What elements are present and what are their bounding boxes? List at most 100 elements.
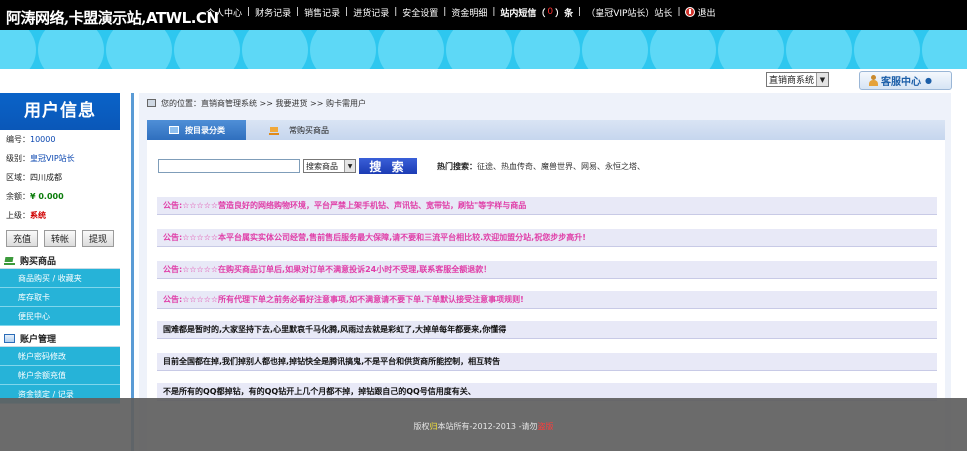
chevron-down-icon: ▼ <box>344 160 355 172</box>
tab-frequent-products[interactable]: 常购买商品 <box>269 120 329 140</box>
info-parent: 上级： 系统 <box>0 206 120 225</box>
menu-item-recharge-balance[interactable]: 帐户余额充值 <box>0 366 120 385</box>
notice-item: 公告:☆☆☆☆☆所有代理下单之前务必看好注意事项,如不满意请不要下单.下单默认接… <box>157 291 937 309</box>
nav-separator: | <box>296 7 300 17</box>
notice-item: 公告:☆☆☆☆☆在购买商品订单后,如果对订单不满意投诉24小时不受理,联系客服全… <box>157 261 937 279</box>
nav-finance-records[interactable]: 财务记录 <box>255 6 291 19</box>
tab-label: 常购买商品 <box>289 125 329 135</box>
copyright-middle: 本站所有-2012-2013 -请勿 <box>437 422 538 431</box>
banner-bubble <box>718 30 784 69</box>
monitor-icon <box>147 99 156 107</box>
copyright-warn: 盗版 <box>537 422 554 431</box>
info-label: 上级： <box>6 211 30 220</box>
nav-separator: | <box>578 7 582 17</box>
search-type-select[interactable]: 搜索商品 ▼ <box>303 159 356 173</box>
toolbar: 直销商系统 ▼ 客服中心 ● <box>0 69 967 93</box>
nav-security-settings[interactable]: 安全设置 <box>402 6 438 19</box>
tab-by-category[interactable]: 按目录分类 <box>147 120 246 140</box>
transfer-button[interactable]: 转帐 <box>44 230 76 247</box>
logout-label: 退出 <box>697 8 716 19</box>
menu-item-convenience[interactable]: 便民中心 <box>0 307 120 326</box>
copyright-prefix: 版权 <box>413 422 430 431</box>
tab-bar: 按目录分类 常购买商品 <box>147 120 945 140</box>
info-user-id: 编号： 10000 <box>0 130 120 149</box>
nav-sales-records[interactable]: 销售记录 <box>304 6 340 19</box>
system-select-value: 直销商系统 <box>769 76 815 86</box>
banner-bubble <box>174 30 240 69</box>
logout-link[interactable]: 退出 <box>685 6 716 19</box>
menu-item-stock-cards[interactable]: 库存取卡 <box>0 288 120 307</box>
info-label: 级别： <box>6 154 30 163</box>
top-bar: 阿涛网络,卡盟演示站,ATWL.CN 个人中心 | 财务记录 | 销售记录 | … <box>0 0 967 30</box>
menu-section-title: 账户管理 <box>20 334 57 345</box>
recharge-button[interactable]: 充值 <box>6 230 38 247</box>
banner-bubble <box>786 30 852 69</box>
notice-item: 公告:☆☆☆☆☆本平台属实实体公司经营,售前售后服务最大保障,请不要和三流平台相… <box>157 229 937 247</box>
banner-bubble <box>242 30 308 69</box>
info-label: 余额： <box>6 192 30 201</box>
banner-bubble <box>0 30 36 69</box>
menu-item-buy-products[interactable]: 商品购买 / 收藏夹 <box>0 269 120 288</box>
system-select[interactable]: 直销商系统 ▼ <box>766 72 829 87</box>
user-id-value: 10000 <box>30 135 56 144</box>
info-label: 编号： <box>6 135 30 144</box>
region-value: 四川成都 <box>30 173 62 182</box>
nav-site-messages[interactable]: 站内短信（ 0 ）条 <box>500 6 573 19</box>
header-banner <box>0 30 967 69</box>
parent-value: 系统 <box>30 211 46 220</box>
menu-section-account[interactable]: 账户管理 <box>0 330 120 347</box>
tab-label: 按目录分类 <box>185 125 225 135</box>
logout-icon <box>685 7 696 17</box>
cart-icon <box>269 126 279 135</box>
messages-count: 0 <box>547 7 554 17</box>
service-center-button[interactable]: 客服中心 ● <box>859 71 952 90</box>
hot-search-items[interactable]: 征途、热血传奇、魔兽世界、网易、永恒之塔、 <box>477 161 645 172</box>
messages-prefix: 站内短信（ <box>500 8 546 19</box>
nav-separator: | <box>247 7 251 17</box>
notice-item: 目前全国都在掉,我们掉别人都也掉,掉钻快全是腾讯搞鬼,不是平台和供货商所能控制，… <box>157 353 937 371</box>
info-level: 级别： 皇冠VIP站长 <box>0 149 120 168</box>
nav-separator: | <box>394 7 398 17</box>
breadcrumb: 您的位置：直销商管理系统 >> 我要进货 >> 购卡需用户 <box>139 93 951 113</box>
user-info-title: 用户信息 <box>0 93 120 130</box>
account-icon <box>4 333 15 343</box>
notice-item: 国难都是暂时的,大家坚持下去,心里默哀千马化腾,风雨过去就是彩虹了,大掉单每年都… <box>157 321 937 339</box>
balance-value: ¥ 0.000 <box>30 192 64 201</box>
breadcrumb-text: 您的位置：直销商管理系统 >> 我要进货 >> 购卡需用户 <box>161 98 366 108</box>
user-role: （皇冠VIP站长）站长 <box>586 6 672 19</box>
banner-bubble <box>310 30 376 69</box>
banner-bubble <box>446 30 512 69</box>
withdraw-button[interactable]: 提现 <box>82 230 114 247</box>
copyright-mark: 归 <box>429 422 438 431</box>
nav-separator: | <box>443 7 447 17</box>
nav-purchase-records[interactable]: 进货记录 <box>353 6 389 19</box>
banner-bubble <box>106 30 172 69</box>
notice-item: 公告:☆☆☆☆☆营造良好的网络购物环境，平台严禁上架手机钻、声讯钻、宽带钻，刷钻… <box>157 197 937 215</box>
cart-icon <box>4 256 15 265</box>
person-icon <box>868 75 878 86</box>
list-icon <box>169 126 179 134</box>
chevron-down-icon: ▼ <box>816 73 828 86</box>
info-balance: 余额： ¥ 0.000 <box>0 187 120 206</box>
info-label: 区域： <box>6 173 30 182</box>
level-value: 皇冠VIP站长 <box>30 154 75 163</box>
banner-bubble <box>514 30 580 69</box>
search-button[interactable]: 搜 索 <box>359 158 417 174</box>
nav-personal-center[interactable]: 个人中心 <box>206 6 242 19</box>
nav-separator: | <box>345 7 349 17</box>
search-input[interactable] <box>158 159 300 173</box>
arrow-right-icon: ● <box>925 76 932 85</box>
nav-fund-details[interactable]: 资金明细 <box>451 6 487 19</box>
nav-separator: | <box>492 7 496 17</box>
banner-bubble <box>378 30 444 69</box>
site-title: 阿涛网络,卡盟演示站,ATWL.CN <box>6 7 219 28</box>
banner-bubble <box>650 30 716 69</box>
menu-item-change-password[interactable]: 帐户密码修改 <box>0 347 120 366</box>
hot-search-label: 热门搜索： <box>437 161 477 171</box>
info-region: 区域： 四川成都 <box>0 168 120 187</box>
banner-bubble <box>854 30 920 69</box>
menu-section-buy[interactable]: 购买商品 <box>0 252 120 269</box>
service-center-label: 客服中心 <box>881 77 921 88</box>
menu-section-title: 购买商品 <box>20 256 57 267</box>
footer: 版权归本站所有-2012-2013 -请勿盗版 <box>0 398 967 451</box>
